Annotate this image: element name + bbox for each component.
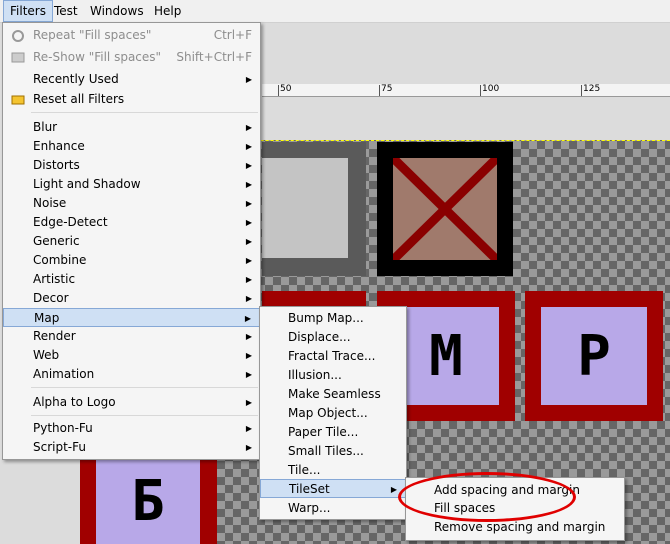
menu-test[interactable]: Test: [48, 0, 84, 22]
ruler-label: 50: [280, 84, 292, 94]
repeat-icon: [11, 29, 25, 42]
tile-p: P: [525, 291, 663, 421]
menu-item-paper-tile[interactable]: Paper Tile...: [260, 423, 406, 442]
menu-item-animation[interactable]: Animation ▶: [3, 365, 260, 384]
menu-item-light-shadow[interactable]: Light and Shadow ▶: [3, 175, 260, 194]
menu-item-web[interactable]: Web ▶: [3, 346, 260, 365]
ruler-label: 75: [381, 84, 393, 94]
menu-filters[interactable]: Filters: [3, 0, 53, 22]
menu-separator: [31, 387, 258, 388]
filters-menu: Repeat "Fill spaces" Ctrl+F Re-Show "Fill…: [2, 22, 261, 460]
menu-item-render[interactable]: Render ▶: [3, 327, 260, 346]
ruler-label: 100: [482, 84, 500, 94]
tile-inner: [262, 158, 348, 258]
menu-item-script-fu[interactable]: Script-Fu ▶: [3, 438, 260, 457]
menu-bar: Filters Test Windows Help: [0, 0, 670, 23]
ruler-label: 125: [583, 84, 601, 94]
tile-inner: [393, 158, 497, 260]
menu-item-remove-spacing[interactable]: Remove spacing and margin: [406, 518, 624, 537]
map-submenu: Bump Map... Displace... Fractal Trace...…: [259, 306, 407, 520]
cross-icon: [393, 158, 497, 260]
reshow-icon: [11, 51, 25, 64]
menu-item-generic[interactable]: Generic ▶: [3, 232, 260, 251]
menu-help[interactable]: Help: [148, 0, 187, 22]
ruler-tick: [379, 85, 380, 96]
reset-icon: [11, 93, 25, 106]
menu-item-blur[interactable]: Blur ▶: [3, 118, 260, 137]
tile-x: [377, 142, 513, 276]
menu-item-artistic[interactable]: Artistic ▶: [3, 270, 260, 289]
menu-item-map[interactable]: Map ▶: [3, 308, 260, 327]
menu-item-illusion[interactable]: Illusion...: [260, 366, 406, 385]
menu-item-enhance[interactable]: Enhance ▶: [3, 137, 260, 156]
menu-item-tile[interactable]: Tile...: [260, 461, 406, 480]
menu-item-recently-used[interactable]: Recently Used ▶: [3, 70, 260, 89]
menu-item-noise[interactable]: Noise ▶: [3, 194, 260, 213]
menu-separator: [31, 112, 258, 113]
menu-windows[interactable]: Windows: [84, 0, 150, 22]
tile-letter: M: [393, 307, 499, 405]
tileset-submenu: Add spacing and margin Fill spaces Remov…: [405, 477, 625, 541]
menu-item-displace[interactable]: Displace...: [260, 328, 406, 347]
menu-item-fractal-trace[interactable]: Fractal Trace...: [260, 347, 406, 366]
ruler-tick: [480, 85, 481, 96]
menu-item-repeat[interactable]: Repeat "Fill spaces" Ctrl+F: [3, 26, 260, 45]
menu-item-edge-detect[interactable]: Edge-Detect ▶: [3, 213, 260, 232]
menu-separator: [31, 415, 258, 416]
menu-item-tileset[interactable]: TileSet ▶: [260, 479, 406, 498]
tile-letter: P: [541, 307, 647, 405]
menu-item-combine[interactable]: Combine ▶: [3, 251, 260, 270]
horizontal-ruler: 50 75 100 125: [262, 84, 670, 97]
menu-item-alpha-to-logo[interactable]: Alpha to Logo ▶: [3, 393, 260, 412]
menu-item-fill-spaces[interactable]: Fill spaces: [406, 499, 624, 518]
menu-item-reset-filters[interactable]: Reset all Filters: [3, 90, 260, 109]
ruler-tick: [581, 85, 582, 96]
menu-item-distorts[interactable]: Distorts ▶: [3, 156, 260, 175]
menu-item-reshow[interactable]: Re-Show "Fill spaces" Shift+Ctrl+F: [3, 48, 260, 67]
tile-letter: Б: [96, 459, 200, 544]
menu-item-map-object[interactable]: Map Object...: [260, 404, 406, 423]
menu-item-python-fu[interactable]: Python-Fu ▶: [3, 419, 260, 438]
ruler-tick: [278, 85, 279, 96]
menu-item-warp[interactable]: Warp...: [260, 499, 406, 518]
tile-b: Б: [80, 459, 217, 544]
menu-item-make-seamless[interactable]: Make Seamless: [260, 385, 406, 404]
tile-grey: [262, 142, 366, 276]
menu-item-add-spacing[interactable]: Add spacing and margin: [406, 481, 624, 500]
menu-item-bump-map[interactable]: Bump Map...: [260, 309, 406, 328]
menu-item-decor[interactable]: Decor ▶: [3, 289, 260, 308]
menu-item-small-tiles[interactable]: Small Tiles...: [260, 442, 406, 461]
